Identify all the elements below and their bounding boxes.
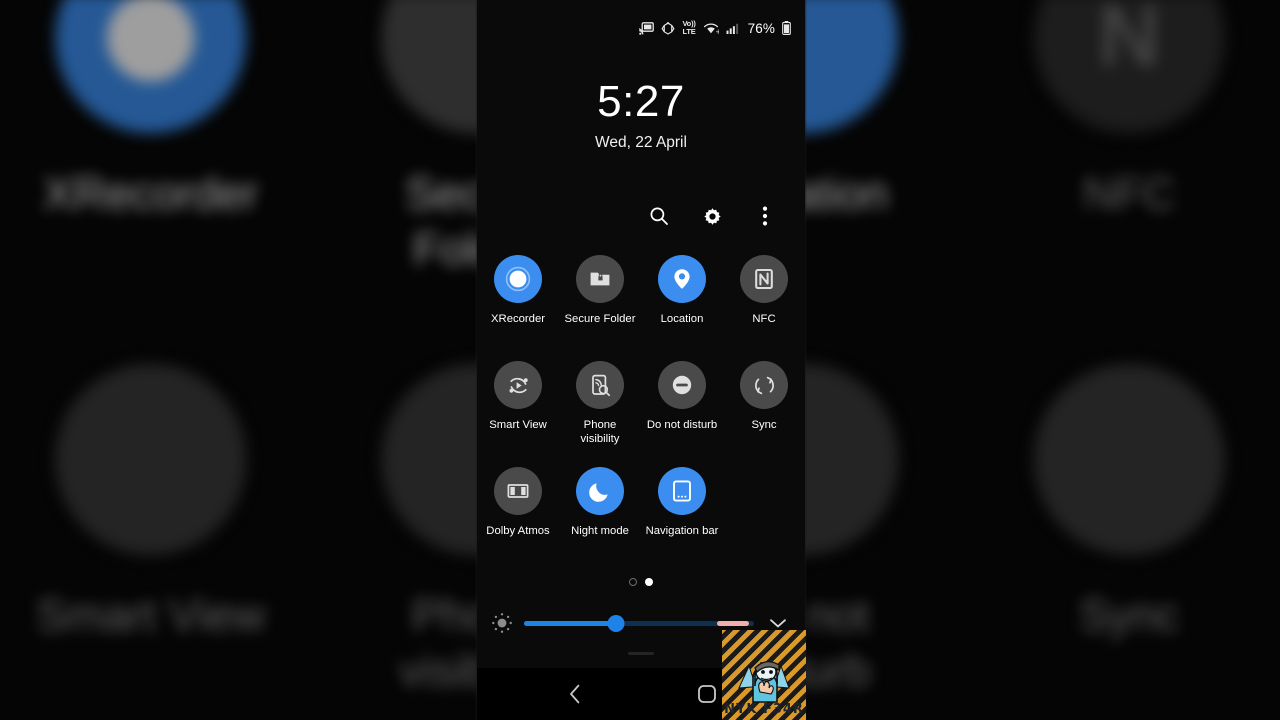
tile-smart-view[interactable]: Smart View bbox=[477, 361, 559, 467]
volte-icon: Vo)) LTE bbox=[682, 20, 695, 36]
volte-bottom-text: LTE bbox=[682, 27, 696, 36]
tile-do-not-disturb[interactable]: Do not disturb bbox=[641, 361, 723, 467]
moon-icon bbox=[576, 467, 624, 515]
watermark-figure-icon bbox=[738, 661, 790, 703]
battery-percent-label: 76% bbox=[747, 20, 775, 36]
sync-icon bbox=[740, 361, 788, 409]
tile-label: Do not disturb bbox=[646, 419, 718, 431]
tile-label: Smart View bbox=[489, 419, 547, 431]
tile-phone-visibility[interactable]: Phone visibility bbox=[559, 361, 641, 467]
screen-root: XRecorder SecureFolder Location N bbox=[0, 0, 1280, 720]
tile-label: Sync bbox=[751, 419, 777, 431]
smart-view-icon bbox=[494, 361, 542, 409]
record-dot-icon bbox=[494, 255, 542, 303]
do-not-disturb-icon bbox=[658, 361, 706, 409]
tile-row-1: XRecorder Secure Folder Location NFC bbox=[477, 255, 805, 361]
page-dot-1[interactable] bbox=[629, 578, 637, 586]
slider-alt-segment bbox=[717, 620, 750, 626]
tile-label: NFC bbox=[752, 313, 776, 325]
clock-time[interactable]: 5:27 bbox=[477, 76, 805, 128]
quick-settings-panel: Vo)) LTE + 76% 5:27 Wed, 22 April XRecor… bbox=[477, 0, 805, 720]
page-indicator bbox=[477, 578, 805, 586]
brightness-slider[interactable] bbox=[524, 614, 754, 632]
clock-date[interactable]: Wed, 22 April bbox=[477, 134, 805, 152]
quick-toggle-grid: XRecorder Secure Folder Location NFC Sma… bbox=[477, 255, 805, 573]
tile-label: Dolby Atmos bbox=[486, 525, 550, 537]
watermark-text: NYK F34R bbox=[724, 702, 804, 717]
tile-row-2: Smart View Phone visibility Do not distu… bbox=[477, 361, 805, 467]
tile-empty-slot bbox=[723, 467, 805, 573]
slider-fill bbox=[524, 620, 616, 626]
tile-label: Phone visibility bbox=[580, 419, 620, 445]
smart-view-cast-icon bbox=[639, 21, 655, 35]
quick-settings-header bbox=[477, 200, 805, 232]
tile-label: Night mode bbox=[571, 525, 629, 537]
nfc-icon bbox=[740, 255, 788, 303]
tile-navigation-bar[interactable]: Navigation bar bbox=[641, 467, 723, 573]
slider-thumb[interactable] bbox=[607, 614, 625, 632]
svg-text:+: + bbox=[715, 28, 719, 35]
tile-location[interactable]: Location bbox=[641, 255, 723, 361]
battery-icon bbox=[782, 21, 791, 35]
tile-night-mode[interactable]: Night mode bbox=[559, 467, 641, 573]
navigation-bar-icon bbox=[658, 467, 706, 515]
wifi-icon: + bbox=[703, 22, 719, 35]
tile-sync[interactable]: Sync bbox=[723, 361, 805, 467]
tile-nfc[interactable]: NFC bbox=[723, 255, 805, 361]
gear-icon[interactable] bbox=[698, 201, 726, 231]
tile-label: Secure Folder bbox=[564, 313, 636, 325]
data-saver-icon bbox=[661, 21, 675, 35]
tile-xrecorder[interactable]: XRecorder bbox=[477, 255, 559, 361]
tile-label: Location bbox=[660, 313, 704, 325]
more-options-icon[interactable] bbox=[751, 201, 779, 231]
watermark-overlay: NYK F34R bbox=[722, 630, 806, 720]
status-bar: Vo)) LTE + 76% bbox=[477, 0, 805, 56]
back-button[interactable] bbox=[552, 671, 598, 717]
tile-row-3: Dolby Atmos Night mode Navigation bar bbox=[477, 467, 805, 573]
tile-dolby-atmos[interactable]: Dolby Atmos bbox=[477, 467, 559, 573]
signal-icon bbox=[726, 22, 739, 35]
tile-label: XRecorder bbox=[491, 313, 545, 325]
panel-left-edge bbox=[475, 0, 477, 720]
tile-label: Navigation bar bbox=[645, 525, 719, 537]
panel-right-edge bbox=[805, 0, 807, 720]
tile-secure-folder[interactable]: Secure Folder bbox=[559, 255, 641, 361]
clock-block[interactable]: 5:27 Wed, 22 April bbox=[477, 76, 805, 152]
panel-drag-handle[interactable] bbox=[628, 652, 654, 655]
location-pin-icon bbox=[658, 255, 706, 303]
dolby-atmos-icon bbox=[494, 467, 542, 515]
brightness-sun-icon[interactable] bbox=[491, 612, 513, 634]
phone-visibility-icon bbox=[576, 361, 624, 409]
search-icon[interactable] bbox=[645, 201, 673, 231]
page-dot-2[interactable] bbox=[645, 578, 653, 586]
folder-lock-icon bbox=[576, 255, 624, 303]
